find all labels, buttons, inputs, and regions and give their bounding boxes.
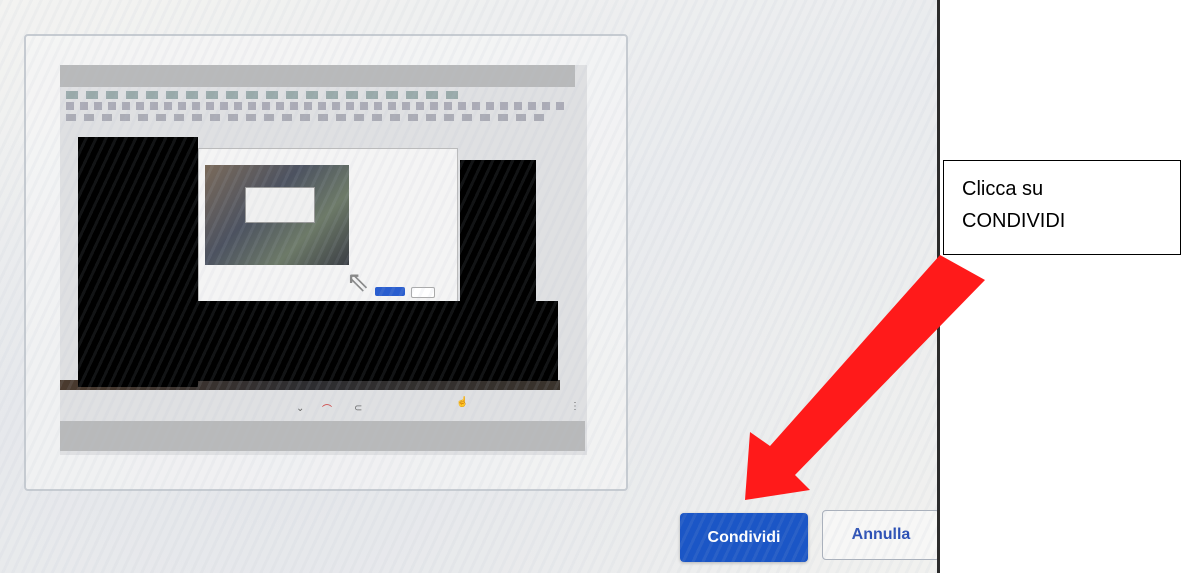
callout-line-2: CONDIVIDI	[962, 210, 1066, 232]
red-arrow-icon	[745, 255, 985, 500]
instruction-callout: Clicca su CONDIVIDI	[943, 160, 1181, 255]
red-arrow-shape	[745, 255, 985, 500]
callout-line-1: Clicca su	[962, 178, 1044, 200]
